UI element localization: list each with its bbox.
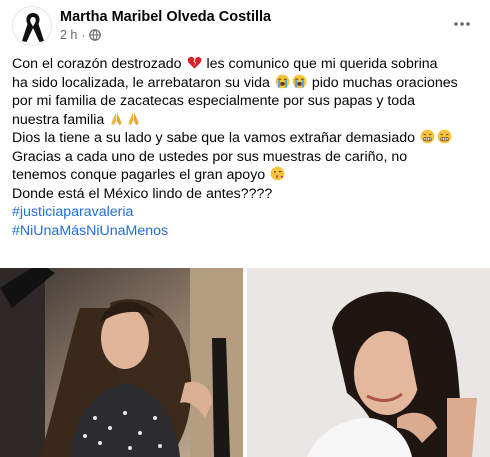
post-time[interactable]: 2 h <box>60 28 77 42</box>
post-body: Con el corazón destrozado les comunico q… <box>12 55 484 240</box>
photo-right[interactable] <box>247 268 490 457</box>
post-line: por mi familia de zacatecas especialment… <box>12 93 415 109</box>
meta-separator: · <box>81 28 86 42</box>
grimacing-emoji <box>437 129 452 144</box>
folded-hands-emoji <box>128 111 139 125</box>
hashtag-link[interactable]: #NiUnaMásNiUnaMenos <box>12 222 484 241</box>
post-line: Gracias a cada uno de ustedes por sus mu… <box>12 148 408 165</box>
post-line: Donde está el México lindo de antes???? <box>12 185 273 202</box>
folded-hands-emoji <box>111 111 122 125</box>
grimacing-emoji <box>420 129 435 144</box>
post-line: nuestra familia <box>12 111 484 130</box>
more-options-button[interactable] <box>448 10 476 38</box>
post-line: ha sido localizada, le arrebataron su vi… <box>12 74 458 91</box>
photo-left[interactable] <box>0 268 243 457</box>
broken-heart-emoji <box>187 56 201 69</box>
globe-icon[interactable] <box>89 29 102 41</box>
author-avatar[interactable] <box>12 6 52 46</box>
more-options-icon <box>454 22 470 26</box>
black-ribbon-icon <box>13 7 51 45</box>
loudly-crying-emoji <box>292 74 307 88</box>
post-header: Martha Maribel Olveda Costilla 2 h · <box>12 6 478 46</box>
loudly-crying-emoji <box>275 74 290 88</box>
face-blowing-kiss-emoji <box>270 166 285 181</box>
hashtag-link[interactable]: #justiciaparavaleria <box>12 203 484 222</box>
facebook-post: Martha Maribel Olveda Costilla 2 h · Con… <box>0 0 490 457</box>
post-meta: 2 h · <box>60 28 102 42</box>
post-line: Con el corazón destrozado les comunico q… <box>12 56 438 72</box>
post-photos <box>0 268 490 457</box>
author-name[interactable]: Martha Maribel Olveda Costilla <box>60 9 271 25</box>
post-line: Dios la tiene a su lado y sabe que la va… <box>12 129 484 148</box>
post-line: tenemos conque pagarles el gran apoyo <box>12 166 484 185</box>
